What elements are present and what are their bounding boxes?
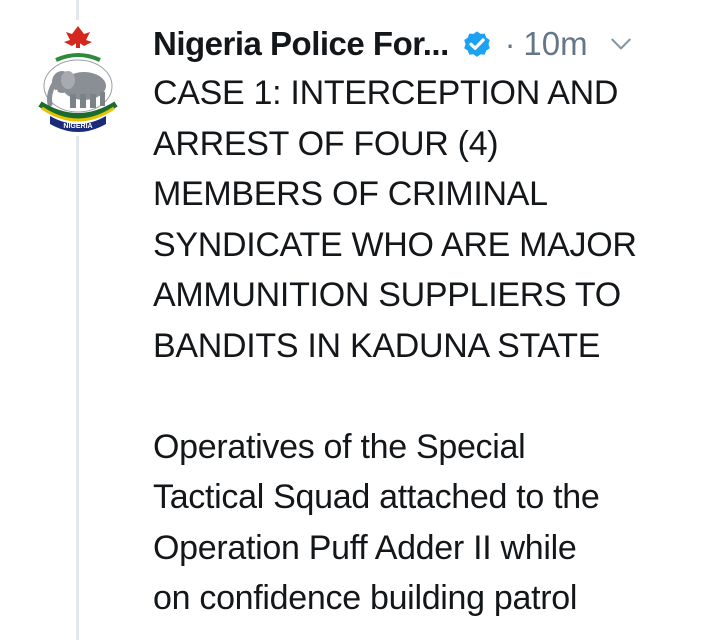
- timestamp[interactable]: 10m: [523, 25, 587, 63]
- heading-line: SYNDICATE WHO ARE MAJOR: [153, 225, 637, 264]
- heading-line: ARREST OF FOUR (4): [153, 124, 499, 163]
- separator-dot: ·: [504, 25, 516, 62]
- heading-line: BANDITS IN KADUNA STATE: [153, 326, 601, 365]
- verified-badge-icon: [461, 28, 493, 60]
- author-name[interactable]: Nigeria Police For...: [153, 25, 449, 63]
- body-line: Tactical Squad attached to the: [153, 478, 600, 516]
- tweet-text: CASE 1: INTERCEPTION AND ARREST OF FOUR …: [153, 68, 713, 624]
- heading-line: MEMBERS OF CRIMINAL: [153, 175, 548, 213]
- body-line: Operatives of the Special: [153, 427, 526, 466]
- chevron-down-icon[interactable]: [608, 31, 634, 57]
- heading-line: AMMUNITION SUPPLIERS TO: [153, 276, 621, 314]
- body-line: Operation Puff Adder II while: [153, 528, 577, 567]
- tweet-header: Nigeria Police For... · 10m: [153, 20, 698, 68]
- body-line: on confidence building patrol: [153, 579, 578, 617]
- avatar[interactable]: NIGERIA: [26, 20, 130, 136]
- avatar-banner-text: NIGERIA: [63, 123, 92, 130]
- heading-line: CASE 1: INTERCEPTION AND: [153, 74, 619, 112]
- nigeria-police-crest-logo: NIGERIA: [38, 26, 118, 132]
